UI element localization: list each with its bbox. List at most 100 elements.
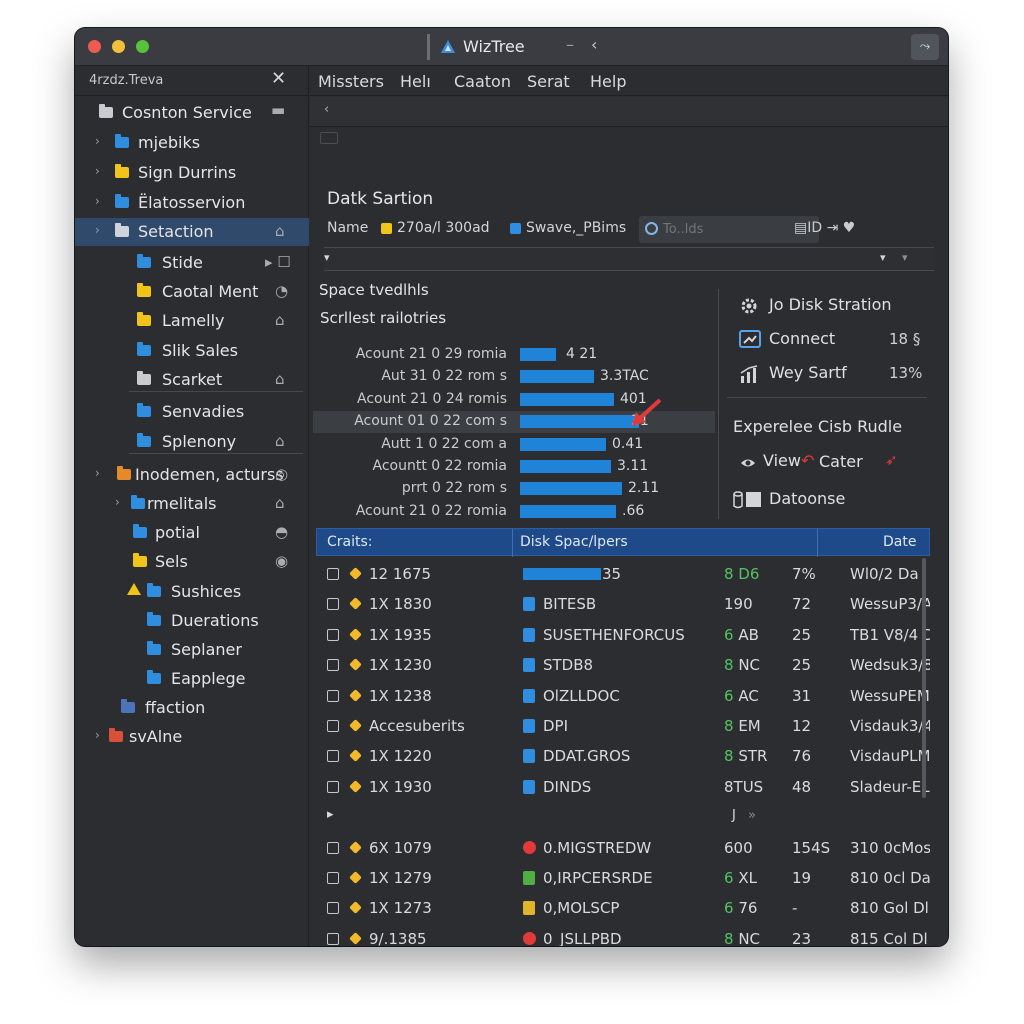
table-row[interactable]: 1X 1830 BITESB 190 72 WessuP3/A D bbox=[316, 589, 930, 619]
group-more-icon[interactable]: » bbox=[748, 808, 756, 823]
chart-row[interactable]: Acount 21 0 22 romia .66 bbox=[313, 501, 715, 523]
dropdown-icon-2[interactable]: ▾ bbox=[902, 251, 908, 264]
menu-item-serat[interactable]: Serat bbox=[527, 72, 570, 91]
side-panel-item[interactable]: Jo Disk Stration bbox=[719, 289, 933, 323]
sidebar-item-inodemen-acturss[interactable]: › Inodemen, acturss ◎ bbox=[75, 461, 309, 489]
search-box[interactable] bbox=[639, 216, 819, 243]
table-row[interactable]: 1X 1220 DDAT.GROS 8 STR 76 VisdauPLM D bbox=[316, 741, 930, 771]
chart-row[interactable]: Acount 21 0 29 romia 4 21 bbox=[313, 344, 715, 366]
corner-action-button[interactable]: ⤳ bbox=[911, 34, 939, 60]
row-checkbox[interactable] bbox=[327, 841, 339, 854]
chevron-right-icon[interactable]: › bbox=[95, 194, 100, 208]
search-input[interactable] bbox=[663, 219, 813, 240]
sidebar-item-eapplege[interactable]: Eapplege bbox=[75, 665, 309, 693]
filter-chip-2[interactable]: Swave,_PBims bbox=[526, 220, 626, 236]
sidebar-item-lamelly[interactable]: Lamelly ⌂ bbox=[75, 307, 309, 335]
filter-chip-1[interactable]: 270a/l 300ad bbox=[397, 220, 490, 236]
row-checkbox[interactable] bbox=[327, 720, 339, 732]
sidebar-item-caotal-ment[interactable]: Caotal Ment ◔ bbox=[75, 278, 309, 306]
sidebar-item-senvadies[interactable]: Senvadies bbox=[75, 398, 309, 426]
row-action-icon[interactable]: ▸ ☐ bbox=[265, 253, 291, 271]
row-checkbox[interactable] bbox=[327, 902, 339, 915]
row-action-icon[interactable]: ◉ bbox=[275, 552, 288, 570]
sidebar-item--latosservion[interactable]: › Ëlatosservion bbox=[75, 189, 309, 217]
table-row[interactable]: 6X 1079 0.MIGSTREDW 600 154S 310 0cMos bbox=[316, 833, 930, 863]
chevron-right-icon[interactable]: › bbox=[95, 164, 100, 178]
back-icon[interactable]: ‹ bbox=[324, 102, 329, 117]
table-row[interactable]: Accesuberits DPI 8 EM 12 Visdauk3/4 D bbox=[316, 711, 930, 741]
menu-item-help-1[interactable]: Helı bbox=[400, 72, 431, 91]
sidebar-item-mjebiks[interactable]: › mjebiks bbox=[75, 129, 309, 157]
chevron-right-icon[interactable]: › bbox=[95, 134, 100, 148]
row-action-icon[interactable]: ⌂ bbox=[275, 432, 285, 450]
sidebar-item-seplaner[interactable]: Seplaner bbox=[75, 636, 309, 664]
row-checkbox[interactable] bbox=[327, 780, 339, 793]
sidebar-item-rmelitals[interactable]: › rmelitals ⌂ bbox=[75, 490, 309, 518]
table-row[interactable]: ▸ J » bbox=[316, 802, 930, 832]
sidebar-item-sign-durrins[interactable]: › Sign Durrins bbox=[75, 159, 309, 187]
sidebar-item-svalne[interactable]: › svAlne bbox=[75, 723, 309, 751]
table-row[interactable]: 9/.1385 0_JSLLPBD 8 NC 23 815 Col Dl bbox=[316, 924, 930, 946]
sidebar-item-slik-sales[interactable]: Slik Sales bbox=[75, 337, 309, 365]
sidebar-item-splenony[interactable]: Splenony ⌂ bbox=[75, 428, 309, 456]
menu-item-caaton[interactable]: Caaton bbox=[454, 72, 511, 91]
chevron-right-icon[interactable]: › bbox=[95, 466, 100, 480]
row-action-icon[interactable]: ⌂ bbox=[275, 494, 285, 512]
row-action-icon[interactable]: ◎ bbox=[275, 465, 288, 483]
table-row[interactable]: 1X 1935 SUSETHENFORCUS 6 AB 25 TB1 V8/4 Da bbox=[316, 620, 930, 650]
filter-tail-icons[interactable]: ▤ID ⇥ ♥ bbox=[794, 220, 855, 236]
row-checkbox[interactable] bbox=[327, 750, 339, 763]
chevron-right-icon[interactable]: › bbox=[95, 728, 100, 742]
table-row[interactable]: 1X 1238 OlZLLDOC 6 AC 31 WessuPEM D bbox=[316, 681, 930, 711]
row-checkbox[interactable] bbox=[327, 689, 339, 702]
maximize-window-button[interactable] bbox=[136, 40, 149, 53]
side-panel-item[interactable]: Wey Sartf 13% bbox=[719, 357, 933, 391]
sidebar-item-duerations[interactable]: Duerations bbox=[75, 607, 309, 635]
sidebar-item-sushices[interactable]: Sushices bbox=[75, 578, 309, 606]
sidebar-item-scarket[interactable]: Scarket ⌂ bbox=[75, 366, 309, 394]
chart-row[interactable]: Autt 1 0 22 com a 0.41 bbox=[313, 434, 715, 456]
expand-icon[interactable]: ▾ bbox=[324, 251, 330, 264]
row-checkbox[interactable] bbox=[327, 932, 339, 945]
sidebar-item-setaction[interactable]: › Setaction ⌂ bbox=[75, 218, 309, 246]
sidebar-item-potial[interactable]: potial ◓ bbox=[75, 519, 309, 547]
row-action-icon[interactable]: ⌂ bbox=[275, 222, 285, 240]
row-checkbox[interactable] bbox=[327, 659, 339, 672]
row-checkbox[interactable] bbox=[327, 628, 339, 641]
side-panel-item[interactable]: View Cater ↶ ➶ bbox=[719, 445, 933, 479]
sidebar-close-icon[interactable]: ✕ bbox=[271, 68, 286, 89]
row-action-icon[interactable]: ◔ bbox=[275, 282, 288, 300]
sidebar-item-ffaction[interactable]: ffaction bbox=[75, 694, 309, 722]
table-row[interactable]: 1X 1279 0,IRPCERSRDE 6 XL 19 810 0cl Da bbox=[316, 863, 930, 893]
row-action-icon[interactable]: ⌂ bbox=[275, 370, 285, 388]
col-header-disk-space[interactable]: Disk Spac/lpers bbox=[520, 534, 628, 550]
sidebar-item-cosnton-service[interactable]: Cosnton Service ▬ bbox=[75, 99, 309, 127]
expand-group-icon[interactable]: ▸ bbox=[327, 807, 334, 822]
title-chevron-icon[interactable]: ‹ bbox=[591, 35, 597, 54]
side-panel-item[interactable]: Connect 18 § bbox=[719, 323, 933, 357]
table-row[interactable]: 1X 1930 DINDS 8TUS 48 Sladeur-ELLAF bbox=[316, 772, 930, 802]
chart-row[interactable]: prrt 0 22 rom s 2.11 bbox=[313, 478, 715, 500]
row-checkbox[interactable] bbox=[327, 872, 339, 884]
menu-item-missters[interactable]: Missters bbox=[318, 72, 384, 91]
dropdown-icon[interactable]: ▾ bbox=[880, 251, 886, 264]
row-checkbox[interactable] bbox=[327, 568, 339, 580]
row-action-icon[interactable]: ⌂ bbox=[275, 311, 285, 329]
chevron-right-icon[interactable]: › bbox=[95, 223, 100, 237]
table-row[interactable]: 1X 1230 STDB8 8 NC 25 Wedsuk3/8 D bbox=[316, 650, 930, 680]
chart-row[interactable]: Acountt 0 22 romia 3.11 bbox=[313, 456, 715, 478]
table-row[interactable]: 12 1675 35 8 D6 7% Wl0/2 Da bbox=[316, 559, 930, 589]
minimize-window-button[interactable] bbox=[112, 40, 125, 53]
col-header-craits[interactable]: Craits: bbox=[327, 534, 373, 550]
table-row[interactable]: 1X 1273 0,MOLSCP 6 76 - 810 Gol Dl bbox=[316, 893, 930, 923]
row-action-icon[interactable]: ▬ bbox=[271, 101, 285, 119]
chevron-right-icon[interactable]: › bbox=[115, 495, 120, 509]
menu-item-help[interactable]: Help bbox=[590, 72, 626, 91]
sidebar-item-sels[interactable]: Sels ◉ bbox=[75, 548, 309, 576]
chart-row[interactable]: Aut 31 0 22 rom s 3.3TAC bbox=[313, 366, 715, 388]
red-undo-icon[interactable]: ↶ bbox=[801, 451, 814, 470]
side-panel-item[interactable]: Experelee Cisb Rudle bbox=[719, 411, 933, 445]
sidebar-item-stide[interactable]: Stide ▸ ☐ bbox=[75, 249, 309, 277]
red-redo-icon[interactable]: ➶ bbox=[885, 451, 898, 469]
row-action-icon[interactable]: ◓ bbox=[275, 523, 288, 541]
